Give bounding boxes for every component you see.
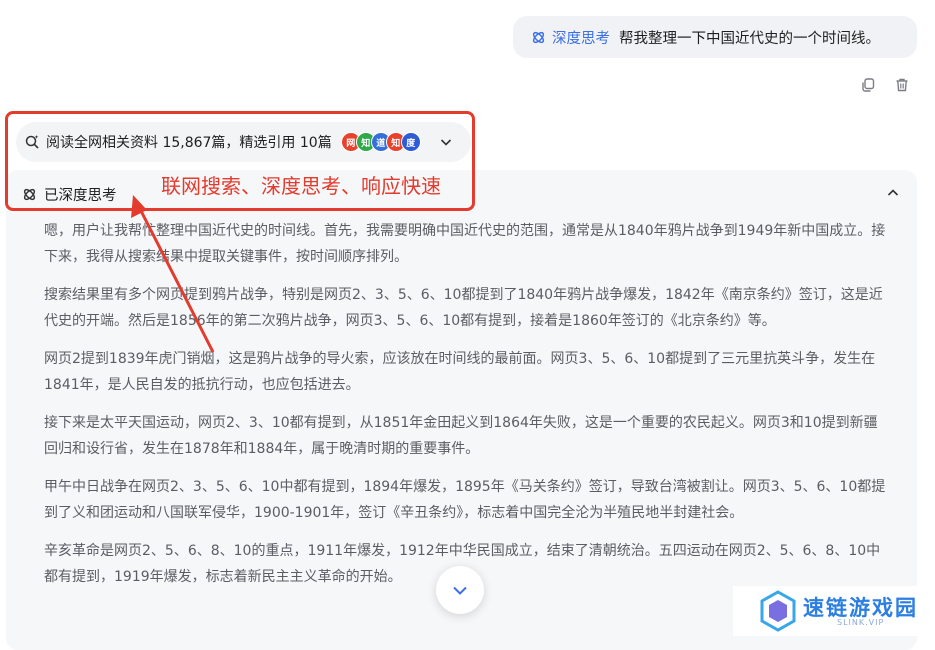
annotation-arrow-icon — [131, 195, 215, 353]
chevron-down-icon — [453, 586, 467, 595]
watermark: 速链游戏园 SLINK.VIP — [733, 586, 935, 636]
scroll-to-bottom-button[interactable] — [436, 566, 484, 614]
watermark-logo-icon — [760, 590, 796, 632]
watermark-subtext: SLINK.VIP — [837, 618, 885, 627]
